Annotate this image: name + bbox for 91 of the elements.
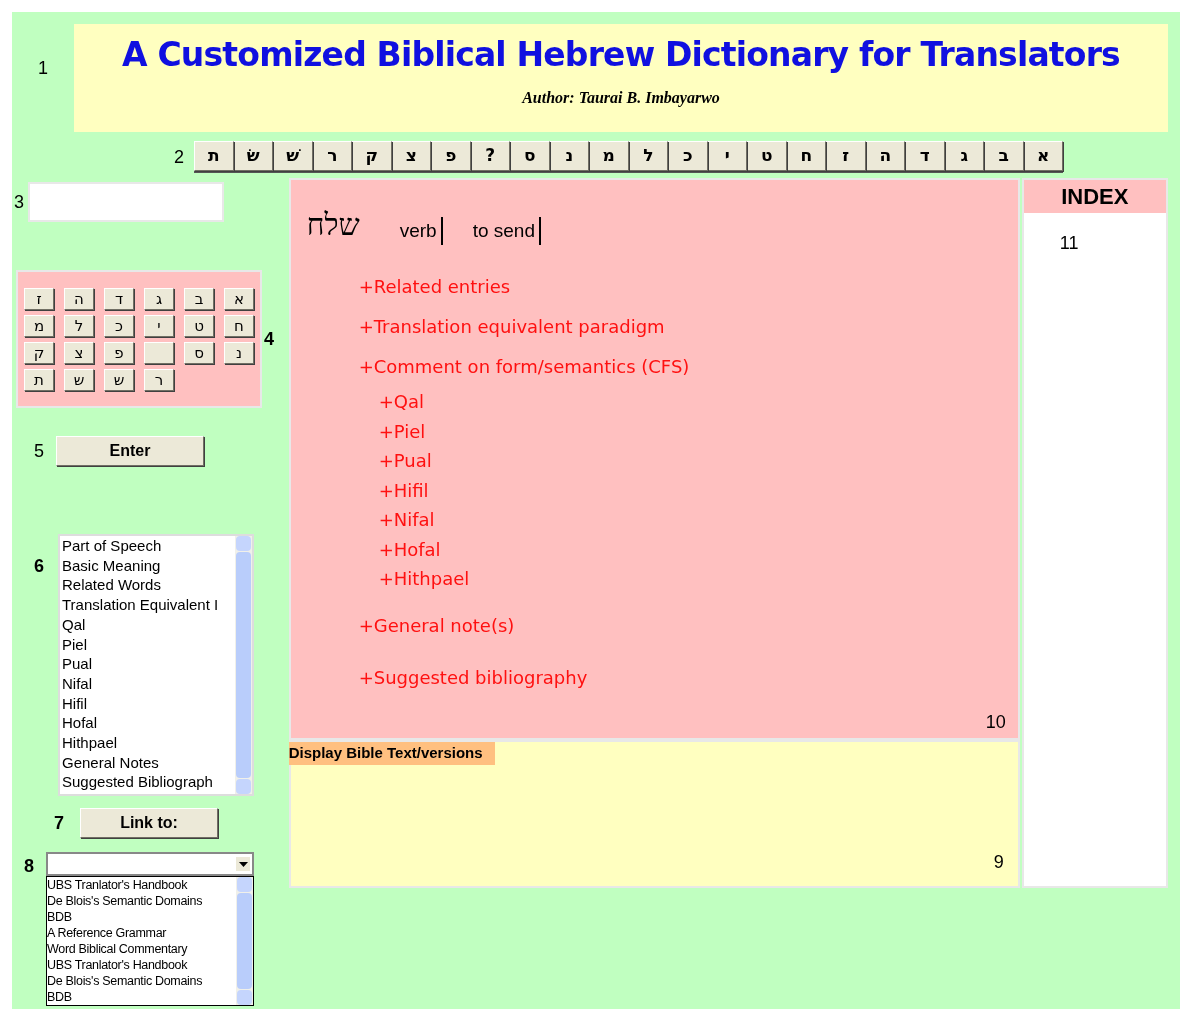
scrollbar[interactable] xyxy=(235,536,252,794)
letter-key[interactable]: שׁ xyxy=(273,141,313,171)
number-label: 8 xyxy=(24,855,34,878)
number-label: 5 xyxy=(34,440,44,463)
letter-key[interactable]: ל xyxy=(64,315,94,337)
letter-key[interactable]: ש xyxy=(64,369,94,391)
number-label: 7 xyxy=(54,812,64,835)
list-item[interactable]: Qal xyxy=(62,614,235,635)
app-title: A Customized Biblical Hebrew Dictionary for Translators xyxy=(122,34,1120,76)
list-item[interactable]: Nifal xyxy=(62,673,235,694)
number-label: 10 xyxy=(985,711,1006,734)
letter-key[interactable]: י xyxy=(144,315,174,337)
letter-key[interactable]: צ xyxy=(64,342,94,364)
list-item[interactable]: Related Words xyxy=(62,575,235,596)
letter-key[interactable]: פ xyxy=(104,342,134,364)
bible-text-label: Display Bible Text/versions xyxy=(288,742,495,765)
gloss: to send xyxy=(472,216,541,245)
number-label: 1 xyxy=(38,57,48,80)
letter-key[interactable]: נ xyxy=(224,342,254,364)
letter-key[interactable]: ז xyxy=(24,288,54,310)
letter-key[interactable]: מ xyxy=(24,315,54,337)
letter-key[interactable]: ד xyxy=(905,141,945,171)
list-item[interactable]: De Blois's Semantic Domains xyxy=(47,973,236,989)
letter-key[interactable]: ה xyxy=(64,288,94,310)
letter-key[interactable]: ב xyxy=(984,141,1024,171)
letter-key[interactable]: ז xyxy=(826,141,866,171)
number-label: 4 xyxy=(264,328,274,351)
list-item[interactable]: Word Biblical Commentary xyxy=(47,941,236,957)
dropdown[interactable] xyxy=(46,852,254,876)
list-item[interactable]: Suggested Bibliograph xyxy=(62,772,235,793)
list-item[interactable]: Translation Equivalent I xyxy=(62,595,235,615)
letter-key[interactable]: י xyxy=(707,141,747,171)
list-item[interactable]: Hofal xyxy=(62,713,235,734)
letter-key[interactable]: ח xyxy=(224,315,254,337)
list-item[interactable]: Hifil xyxy=(62,693,235,714)
list-item[interactable]: Part of Speech xyxy=(62,536,235,556)
letter-key[interactable]: מ xyxy=(589,141,629,171)
list-item[interactable]: A Reference Grammar xyxy=(47,925,236,941)
letter-key[interactable]: נ xyxy=(549,141,589,171)
resource-list[interactable]: UBS Tranlator's Handbook De Blois's Semantic Domains BDB A Reference Grammar Word Biblical Commentary UBS Tranlator's Handbook De Blois's Semantic Domains BDB xyxy=(46,876,254,1006)
list-item[interactable]: Basic Meaning xyxy=(62,555,235,576)
letter-key[interactable]: ט xyxy=(747,141,787,171)
blank-key[interactable] xyxy=(144,342,174,364)
letter-key[interactable]: ל xyxy=(628,141,668,171)
list-item[interactable]: General Notes xyxy=(62,752,235,773)
number-label: 2 xyxy=(174,146,184,169)
letter-key[interactable]: ט xyxy=(184,315,214,337)
letter-key[interactable]: ג xyxy=(144,288,174,310)
letter-key[interactable]: כ xyxy=(668,141,708,171)
number-label: 9 xyxy=(993,851,1004,874)
headword: שלח xyxy=(306,206,360,244)
letter-key[interactable]: ג xyxy=(944,141,984,171)
letter-key[interactable]: כ xyxy=(104,315,134,337)
letter-key[interactable]: ס xyxy=(184,342,214,364)
part-of-speech: verb xyxy=(399,216,443,245)
letter-key[interactable]: ר xyxy=(312,141,352,171)
letter-key[interactable]: ח xyxy=(786,141,826,171)
letter-key[interactable]: ש xyxy=(104,369,134,391)
letter-key[interactable]: פ xyxy=(431,141,471,171)
letter-key[interactable]: ת xyxy=(24,369,54,391)
list-item[interactable]: De Blois's Semantic Domains xyxy=(47,893,236,909)
search-field[interactable] xyxy=(28,182,224,222)
letter-key[interactable]: ת xyxy=(194,141,234,171)
scrollbar[interactable] xyxy=(236,877,253,1005)
letter-key[interactable]: ר xyxy=(144,369,174,391)
list-item[interactable]: Piel xyxy=(62,634,235,655)
enter-button[interactable]: Enter xyxy=(56,436,204,466)
list-item[interactable]: UBS Tranlator's Handbook xyxy=(47,877,236,893)
letter-key[interactable]: א xyxy=(1023,141,1063,171)
link-button[interactable]: Link to: xyxy=(80,808,218,838)
number-label: 11 xyxy=(1059,233,1079,253)
number-label: 3 xyxy=(14,191,24,214)
list-item[interactable]: BDB xyxy=(47,989,236,1005)
letter-key[interactable]: ? xyxy=(470,141,510,171)
letter-key[interactable]: שׂ xyxy=(233,141,273,171)
list-item[interactable]: UBS Tranlator's Handbook xyxy=(47,957,236,973)
letter-key[interactable]: ס xyxy=(510,141,550,171)
list-item[interactable]: Pual xyxy=(62,654,235,674)
index-title: INDEX xyxy=(1023,180,1166,213)
author-line: Author: Taurai B. Imbayarwo xyxy=(522,87,720,109)
letter-key[interactable]: ק xyxy=(24,342,54,364)
letter-key[interactable]: ב xyxy=(184,288,214,310)
letter-key[interactable]: ק xyxy=(352,141,392,171)
letter-key[interactable]: ד xyxy=(104,288,134,310)
list-item[interactable]: BDB xyxy=(47,909,236,925)
list-item[interactable]: Hithpael xyxy=(62,733,235,753)
number-label: 6 xyxy=(34,555,44,578)
sections-list[interactable]: Part of Speech Basic Meaning Related Words Translation Equivalent I Qal Piel Pual Nifal Hifil Hofal Hithpael General Notes Suggested Bibliograph xyxy=(58,534,254,796)
letter-key[interactable]: א xyxy=(224,288,254,310)
letter-key[interactable]: ה xyxy=(865,141,905,171)
letter-key[interactable]: צ xyxy=(391,141,431,171)
